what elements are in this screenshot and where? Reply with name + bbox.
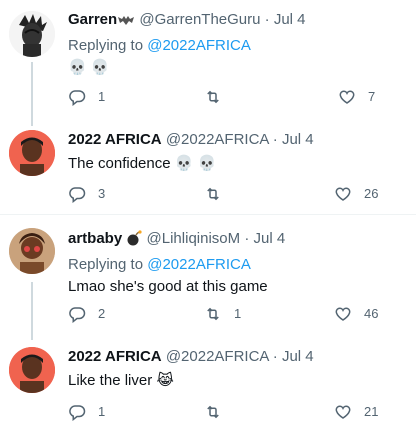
display-name[interactable]: Garren bbox=[68, 11, 117, 28]
avatar-image bbox=[9, 347, 55, 393]
replying-prefix: Replying to bbox=[68, 256, 148, 273]
reply-button[interactable]: 3 bbox=[68, 185, 105, 203]
avatar-image bbox=[9, 130, 55, 176]
display-name[interactable]: 2022 AFRICA bbox=[68, 348, 162, 365]
reply-icon bbox=[69, 307, 86, 323]
user-handle[interactable]: @LihliqinisoM bbox=[147, 230, 241, 247]
avatar[interactable] bbox=[9, 130, 55, 176]
reply-count: 2 bbox=[98, 306, 106, 321]
tweet-text: The confidence 💀 💀 bbox=[68, 155, 217, 172]
like-count: 26 bbox=[364, 186, 379, 201]
heart-icon bbox=[335, 307, 351, 321]
avatar-image bbox=[9, 228, 55, 274]
replying-prefix: Replying to bbox=[68, 37, 148, 54]
bomb-icon bbox=[126, 230, 142, 252]
reply-button[interactable]: 1 bbox=[68, 403, 105, 421]
retweet-button[interactable] bbox=[204, 185, 234, 203]
retweet-icon bbox=[207, 187, 219, 201]
separator-dot: · bbox=[244, 230, 250, 247]
like-count: 7 bbox=[368, 89, 376, 104]
like-count: 21 bbox=[364, 404, 379, 419]
user-handle[interactable]: @2022AFRICA bbox=[166, 131, 269, 148]
display-name[interactable]: 2022 AFRICA bbox=[68, 131, 162, 148]
tweet-text: Like the liver 😹 bbox=[68, 372, 174, 389]
reply-icon bbox=[69, 90, 86, 106]
retweet-button[interactable] bbox=[204, 403, 234, 421]
heart-icon bbox=[335, 405, 351, 419]
tweet-garren[interactable]: Garren @GarrenTheGuru · Jul 4 Replying t… bbox=[0, 0, 416, 120]
like-button[interactable]: 7 bbox=[338, 88, 375, 106]
reply-count: 3 bbox=[98, 186, 106, 201]
avatar[interactable] bbox=[9, 228, 55, 274]
reply-icon bbox=[69, 405, 86, 421]
reply-icon bbox=[69, 187, 86, 203]
like-button[interactable]: 46 bbox=[334, 305, 378, 323]
mention-link[interactable]: @2022AFRICA bbox=[147, 37, 251, 54]
separator-dot: · bbox=[272, 131, 278, 148]
replying-to: Replying to @2022AFRICA bbox=[68, 36, 408, 56]
tweet-2022africa-1[interactable]: 2022 AFRICA @2022AFRICA · Jul 4 The conf… bbox=[0, 118, 416, 214]
avatar[interactable] bbox=[9, 11, 55, 57]
avatar[interactable] bbox=[9, 347, 55, 393]
mention-link[interactable]: @2022AFRICA bbox=[147, 256, 251, 273]
tweet-text: 💀 💀 bbox=[68, 59, 110, 76]
replying-to: Replying to @2022AFRICA bbox=[68, 255, 408, 275]
reply-count: 1 bbox=[98, 404, 106, 419]
heart-icon bbox=[339, 90, 355, 104]
retweet-icon bbox=[207, 90, 219, 104]
heart-icon bbox=[335, 187, 351, 201]
avatar-image bbox=[9, 11, 55, 57]
tweet-text: Lmao she's good at this game bbox=[68, 278, 268, 295]
retweet-icon bbox=[207, 307, 219, 321]
retweet-button[interactable]: 1 bbox=[204, 305, 241, 323]
like-count: 46 bbox=[364, 306, 379, 321]
retweet-count: 1 bbox=[234, 306, 242, 321]
tweet-date[interactable]: Jul 4 bbox=[253, 230, 285, 247]
retweet-icon bbox=[207, 405, 219, 419]
reply-button[interactable]: 1 bbox=[68, 88, 105, 106]
reply-count: 1 bbox=[98, 89, 106, 104]
separator-dot: · bbox=[272, 348, 278, 365]
display-name[interactable]: artbaby bbox=[68, 230, 122, 247]
bat-icon bbox=[117, 13, 135, 33]
reply-button[interactable]: 2 bbox=[68, 305, 105, 323]
tweet-date[interactable]: Jul 4 bbox=[274, 11, 306, 28]
tweet-date[interactable]: Jul 4 bbox=[282, 131, 314, 148]
separator-dot: · bbox=[264, 11, 270, 28]
user-handle[interactable]: @2022AFRICA bbox=[166, 348, 269, 365]
tweet-date[interactable]: Jul 4 bbox=[282, 348, 314, 365]
like-button[interactable]: 21 bbox=[334, 403, 378, 421]
user-handle[interactable]: @GarrenTheGuru bbox=[139, 11, 260, 28]
tweet-2022africa-2[interactable]: 2022 AFRICA @2022AFRICA · Jul 4 Like the… bbox=[0, 335, 416, 429]
retweet-button[interactable] bbox=[204, 88, 234, 106]
like-button[interactable]: 26 bbox=[334, 185, 378, 203]
tweet-artbaby[interactable]: artbaby @LihliqinisoM · Jul 4 Replying t… bbox=[0, 215, 416, 335]
